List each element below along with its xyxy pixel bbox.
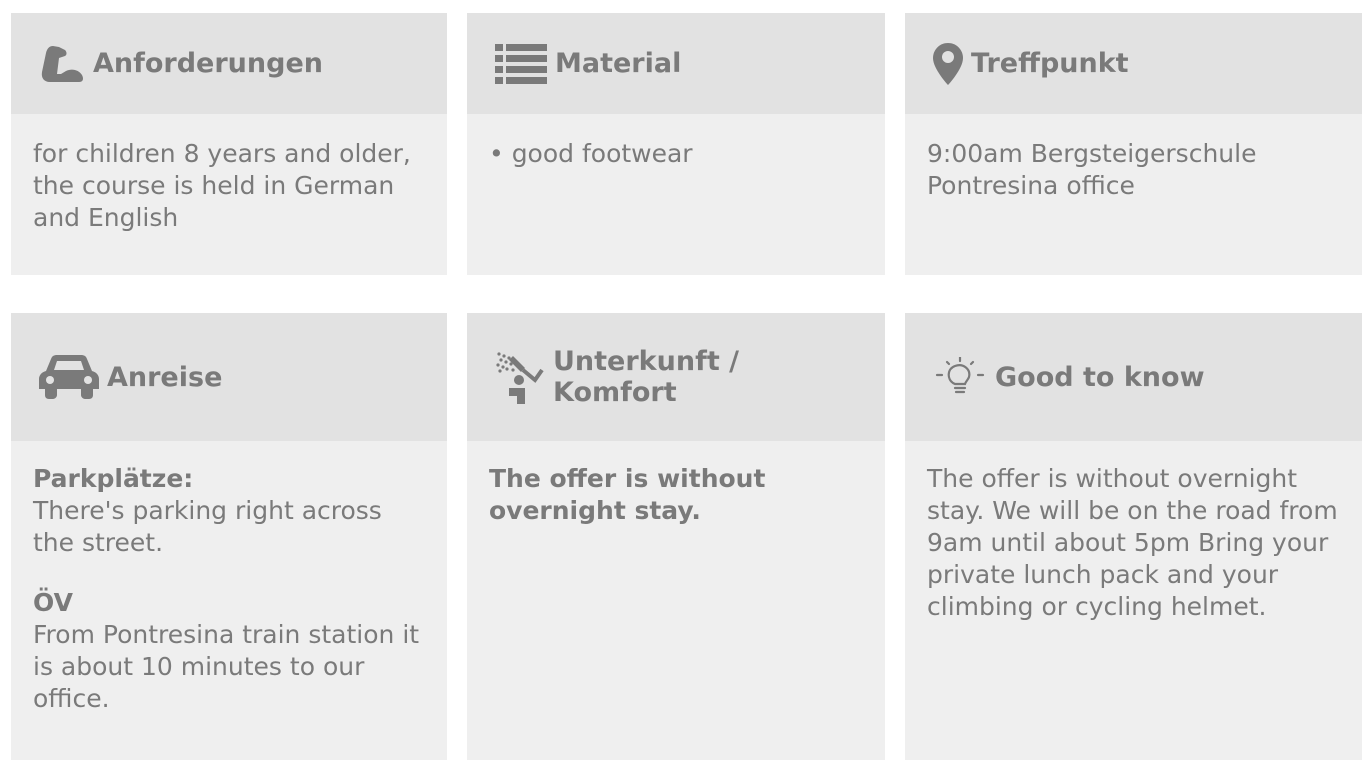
meeting-point-text: 9:00am Bergsteigerschule Pontresina offi… bbox=[927, 139, 1257, 200]
card-body: for children 8 years and older, the cour… bbox=[11, 114, 447, 234]
map-pin-icon bbox=[933, 42, 963, 85]
card-title: Unterkunft / Komfort bbox=[553, 346, 739, 408]
card-header: Unterkunft / Komfort bbox=[467, 313, 885, 441]
public-transport-heading: ÖV bbox=[33, 588, 73, 617]
card-body: The offer is without overnight stay. We … bbox=[905, 441, 1362, 623]
card-title: Good to know bbox=[995, 361, 1205, 393]
accommodation-text: The offer is without overnight stay. bbox=[489, 464, 766, 525]
list-icon bbox=[495, 43, 547, 85]
card-good-to-know: Good to know The offer is without overni… bbox=[905, 313, 1362, 760]
material-item: • good footwear bbox=[489, 139, 693, 168]
card-body: The offer is without overnight stay. bbox=[467, 441, 885, 527]
card-header: Treffpunkt bbox=[905, 13, 1362, 114]
requirements-text: for children 8 years and older, the cour… bbox=[33, 139, 411, 232]
public-transport-text: From Pontresina train station it is abou… bbox=[33, 620, 420, 713]
card-body: 9:00am Bergsteigerschule Pontresina offi… bbox=[905, 114, 1362, 202]
card-treffpunkt: Treffpunkt 9:00am Bergsteigerschule Pont… bbox=[905, 13, 1362, 275]
card-title: Material bbox=[555, 48, 682, 79]
card-material: Material • good footwear bbox=[467, 13, 885, 275]
card-anforderungen: Anforderungen for children 8 years and o… bbox=[11, 13, 447, 275]
shower-icon bbox=[495, 350, 545, 404]
card-body: Parkplätze: There's parking right across… bbox=[11, 441, 447, 715]
flexed-arm-icon bbox=[39, 44, 85, 84]
parking-text: There's parking right across the street. bbox=[33, 496, 382, 557]
card-anreise: Anreise Parkplätze: There's parking righ… bbox=[11, 313, 447, 760]
card-header: Good to know bbox=[905, 313, 1362, 441]
card-title: Anreise bbox=[107, 361, 223, 393]
card-header: Anreise bbox=[11, 313, 447, 441]
card-header: Material bbox=[467, 13, 885, 114]
card-header: Anforderungen bbox=[11, 13, 447, 114]
car-icon bbox=[39, 355, 99, 399]
parking-heading: Parkplätze: bbox=[33, 464, 194, 493]
lightbulb-icon bbox=[933, 357, 987, 397]
card-title: Treffpunkt bbox=[971, 48, 1129, 79]
good-to-know-text: The offer is without overnight stay. We … bbox=[927, 464, 1338, 621]
card-unterkunft: Unterkunft / Komfort The offer is withou… bbox=[467, 313, 885, 760]
card-title: Anforderungen bbox=[93, 48, 323, 79]
card-body: • good footwear bbox=[467, 114, 885, 170]
